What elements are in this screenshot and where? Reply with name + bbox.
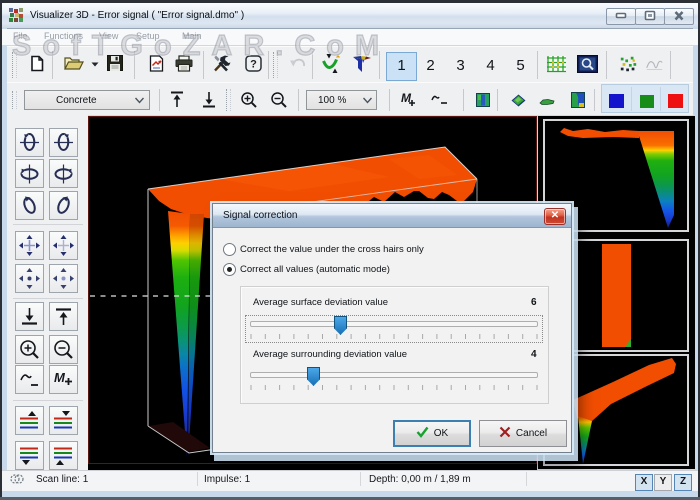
svg-text:M: M xyxy=(54,370,66,385)
